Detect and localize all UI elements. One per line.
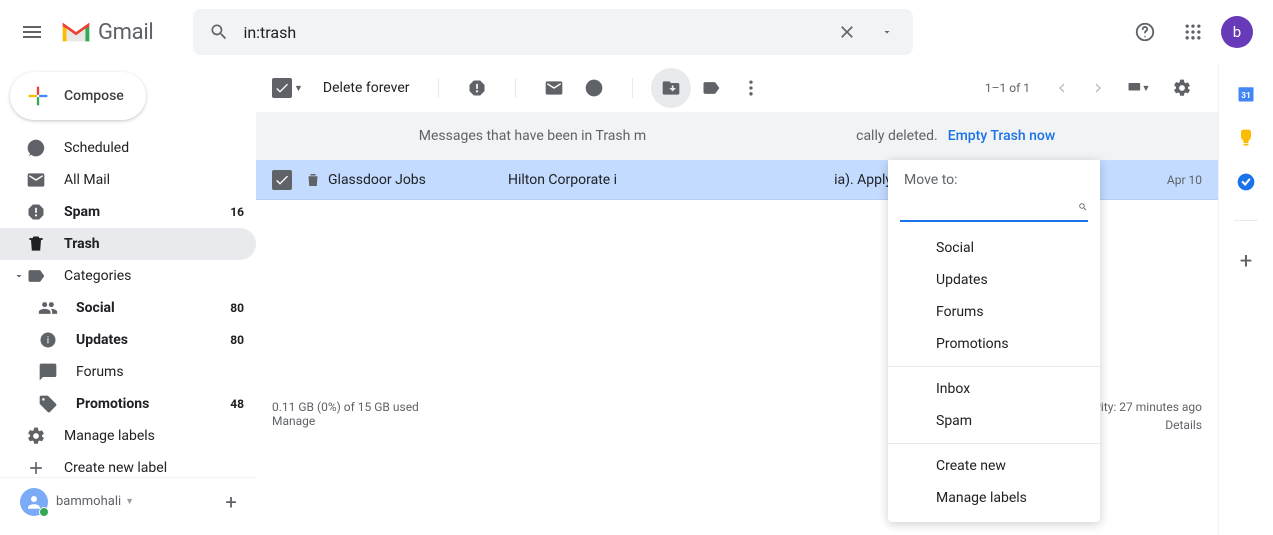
tasks-icon[interactable] xyxy=(1236,172,1256,192)
search-bar xyxy=(193,9,913,55)
social-icon xyxy=(38,298,58,318)
sidebar-item-scheduled[interactable]: Scheduled xyxy=(0,132,256,164)
prev-page-button[interactable] xyxy=(1046,72,1078,104)
account-avatar[interactable]: b xyxy=(1221,16,1253,48)
gmail-icon xyxy=(60,20,92,44)
mail-date: Apr 10 xyxy=(1167,173,1202,187)
report-spam-icon[interactable] xyxy=(457,68,497,108)
settings-icon[interactable] xyxy=(1162,68,1202,108)
mark-unread-icon[interactable] xyxy=(534,68,574,108)
mail-sender: Glassdoor Jobs xyxy=(328,172,508,188)
plus-icon xyxy=(26,458,46,478)
sidebar-item-all-mail[interactable]: All Mail xyxy=(0,164,256,196)
main-menu-button[interactable] xyxy=(8,8,56,56)
popup-search xyxy=(900,194,1088,222)
move-to-popup: Move to: SocialUpdatesForumsPromotions In… xyxy=(888,160,1100,522)
move-to-icon[interactable] xyxy=(651,68,691,108)
move-to-spam[interactable]: Spam xyxy=(888,405,1100,437)
sidebar: Compose ScheduledAll MailSpam16TrashCate… xyxy=(0,64,256,535)
move-to-forums[interactable]: Forums xyxy=(888,296,1100,328)
spam-icon xyxy=(26,202,46,222)
svg-text:i: i xyxy=(47,335,49,346)
move-to-promotions[interactable]: Promotions xyxy=(888,328,1100,360)
sidebar-item-social[interactable]: Social80 xyxy=(0,292,256,324)
banner-text-tail: cally deleted. xyxy=(856,128,938,144)
hangouts-avatar[interactable] xyxy=(20,488,48,516)
move-to-updates[interactable]: Updates xyxy=(888,264,1100,296)
forums-icon xyxy=(38,362,58,382)
move-to-create-new[interactable]: Create new xyxy=(888,450,1100,482)
calendar-icon[interactable]: 31 xyxy=(1236,84,1256,104)
banner-text-head: Messages that have been in Trash m xyxy=(419,128,646,144)
input-tools-icon[interactable]: ▼ xyxy=(1118,68,1158,108)
scheduled-icon xyxy=(26,138,46,158)
new-conversation-button[interactable]: + xyxy=(216,487,246,517)
svg-text:31: 31 xyxy=(1241,91,1251,101)
popup-title: Move to: xyxy=(888,172,1100,194)
hangouts-name: bammohali xyxy=(56,494,121,509)
mail-checkbox[interactable] xyxy=(272,170,292,190)
gmail-logo[interactable]: Gmail xyxy=(60,20,153,45)
next-page-button[interactable] xyxy=(1082,72,1114,104)
label-icon xyxy=(26,266,46,286)
result-count: 1–1 of 1 xyxy=(985,81,1030,95)
sidebar-item-updates[interactable]: iUpdates80 xyxy=(0,324,256,356)
toolbar: ▼ Delete forever 1–1 of 1 ▼ xyxy=(256,64,1218,112)
sidebar-item-forums[interactable]: Forums xyxy=(0,356,256,388)
sidebar-item-spam[interactable]: Spam16 xyxy=(0,196,256,228)
search-options-icon[interactable] xyxy=(867,12,907,52)
hangouts-bar: bammohali ▼ + xyxy=(0,477,256,525)
trash-icon xyxy=(304,171,322,189)
support-icon[interactable] xyxy=(1125,12,1165,52)
snooze-icon[interactable] xyxy=(574,68,614,108)
trash-banner: Messages that have been in Trash m cally… xyxy=(256,112,1218,160)
sidebar-item-manage-labels[interactable]: Manage labels xyxy=(0,420,256,452)
sidebar-item-promotions[interactable]: Promotions48 xyxy=(0,388,256,420)
move-to-social[interactable]: Social xyxy=(888,232,1100,264)
plus-icon xyxy=(24,82,52,110)
compose-button[interactable]: Compose xyxy=(10,72,146,120)
main-pane: ▼ Delete forever 1–1 of 1 ▼ Messages tha… xyxy=(256,64,1219,535)
search-icon xyxy=(1078,198,1088,216)
search-icon[interactable] xyxy=(199,12,239,52)
select-all-checkbox[interactable]: ▼ xyxy=(272,78,303,98)
storage-text: 0.11 GB (0%) of 15 GB used xyxy=(272,400,419,414)
popup-search-input[interactable] xyxy=(900,199,1078,215)
chevron-down-icon[interactable]: ▼ xyxy=(125,496,134,507)
search-input[interactable] xyxy=(239,23,827,42)
move-to-inbox[interactable]: Inbox xyxy=(888,373,1100,405)
keep-icon[interactable] xyxy=(1236,128,1256,148)
promotions-icon xyxy=(38,394,58,414)
get-addons-button[interactable]: + xyxy=(1240,249,1252,274)
chevron-down-icon[interactable] xyxy=(12,270,26,282)
delete-forever-button[interactable]: Delete forever xyxy=(323,80,410,96)
manage-storage-link[interactable]: Manage xyxy=(272,414,315,428)
gear-icon xyxy=(26,426,46,446)
move-to-manage-labels[interactable]: Manage labels xyxy=(888,482,1100,514)
empty-trash-link[interactable]: Empty Trash now xyxy=(948,128,1056,144)
labels-icon[interactable] xyxy=(691,68,731,108)
sidebar-item-categories[interactable]: Categories xyxy=(26,260,256,292)
logo-text: Gmail xyxy=(98,20,153,45)
side-panel: 31 + xyxy=(1219,64,1273,535)
updates-icon: i xyxy=(38,330,58,350)
allmail-icon xyxy=(26,170,46,190)
more-icon[interactable] xyxy=(731,68,771,108)
compose-label: Compose xyxy=(64,88,124,104)
header: Gmail b xyxy=(0,0,1273,64)
trash-icon xyxy=(26,234,46,254)
header-right: b xyxy=(1125,12,1265,52)
clear-search-icon[interactable] xyxy=(827,12,867,52)
apps-icon[interactable] xyxy=(1173,12,1213,52)
sidebar-item-trash[interactable]: Trash xyxy=(0,228,256,260)
